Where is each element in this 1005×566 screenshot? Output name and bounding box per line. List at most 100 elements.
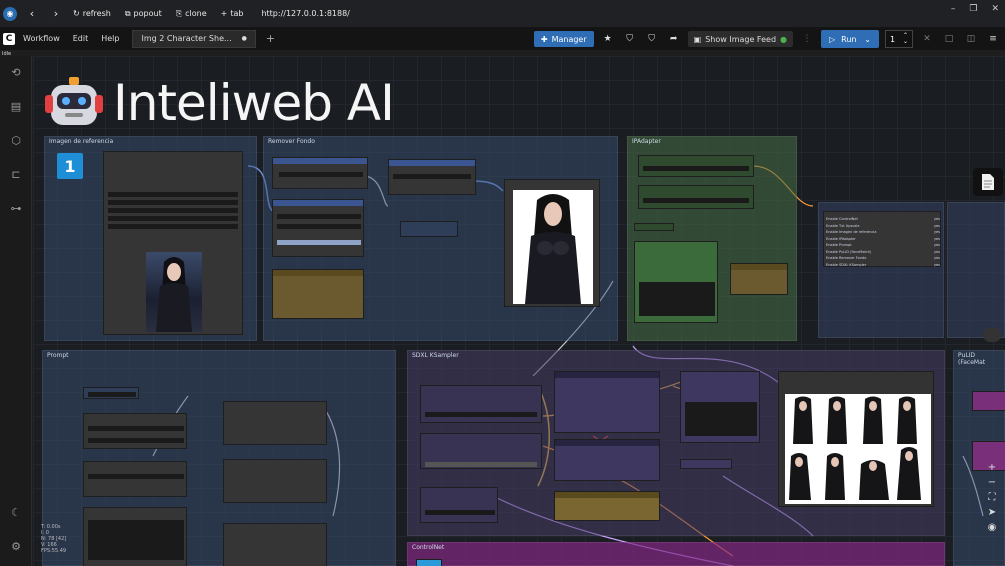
node-field [88, 426, 184, 431]
run-button[interactable]: ▷ Run ⌄ [821, 30, 879, 48]
prompt-node-4[interactable] [83, 507, 187, 566]
ipadapter-node-3[interactable] [634, 223, 674, 231]
models-cube-icon[interactable]: ⬡ [9, 134, 23, 148]
menu-edit[interactable]: Edit [73, 34, 89, 43]
load-image-node[interactable] [103, 151, 243, 335]
ksampler-latent-node[interactable] [420, 433, 542, 469]
layout-icon[interactable]: ◫ [963, 31, 979, 47]
vae-decode-node[interactable] [680, 371, 760, 443]
clip-encode-negative[interactable] [223, 459, 327, 503]
rmbg-node-4[interactable] [388, 159, 476, 195]
settings-gear-icon[interactable]: ⚙ [9, 540, 23, 554]
pulid-node-1[interactable] [972, 391, 1005, 411]
plus-icon: + [220, 9, 228, 18]
clip-encode-extra[interactable] [223, 523, 327, 566]
eye-icon[interactable]: ◉ [988, 522, 997, 533]
queue-list-icon[interactable]: ▤ [9, 100, 23, 114]
ipadapter-node-2[interactable] [638, 185, 754, 209]
menu-workflow[interactable]: Workflow [23, 34, 60, 43]
popout-button[interactable]: ⧉ popout [125, 9, 162, 19]
character-sheet-preview-node[interactable] [778, 371, 934, 507]
clone-button[interactable]: ⎘ clone [176, 9, 207, 19]
node-field [108, 216, 238, 221]
rmbg-node-2[interactable] [272, 199, 364, 257]
node-field [279, 172, 363, 177]
group-remove-background[interactable]: Remover Fondo [263, 136, 618, 341]
group-prompt[interactable]: Prompt [42, 350, 396, 566]
toggle-pill-icon[interactable] [983, 328, 1001, 342]
comfy-logo-icon[interactable]: C [3, 32, 15, 45]
url-display[interactable]: http://127.0.0.1:8188/ [261, 9, 349, 18]
ipadapter-apply-node[interactable] [634, 241, 718, 323]
controlnet-node[interactable] [416, 559, 442, 566]
image-icon: ▣ [693, 34, 702, 44]
drag-handle-icon[interactable]: ⋮ [799, 31, 815, 47]
prompt-node-2[interactable] [83, 413, 187, 449]
toggles-panel[interactable]: Enable ControlNet yes Enable Txt Upscale y… [818, 202, 944, 338]
step-badge: 1 [57, 153, 83, 179]
ipadapter-node-1[interactable] [638, 155, 754, 177]
fit-view-icon[interactable]: ⛶ [989, 492, 996, 503]
ksampler-note-node[interactable] [554, 491, 660, 521]
folder-icon[interactable]: ⊏ [9, 168, 23, 182]
clip-encode-positive[interactable] [223, 401, 327, 445]
group-pulid[interactable]: PuLID (FaceMat [953, 350, 1005, 566]
menu-help[interactable]: Help [101, 34, 119, 43]
pointer-icon[interactable]: ➤ [988, 507, 996, 518]
clone-icon: ⎘ [175, 8, 183, 18]
manager-button[interactable]: ✚ Manager [533, 31, 594, 47]
rmbg-node-1[interactable] [272, 157, 368, 189]
ksampler-loader-node[interactable] [420, 385, 542, 423]
graph-canvas[interactable]: Inteliweb AI Imagen de referencia 1 Remo… [33, 56, 1005, 566]
background-removed-preview [513, 190, 593, 304]
minimize-button[interactable]: – [951, 4, 956, 14]
play-icon: ▷ [829, 34, 836, 44]
restore-button[interactable]: ❐ [969, 4, 977, 14]
share-icon[interactable]: ⛉ [644, 31, 660, 47]
workflow-tab[interactable]: Img 2 Character She... ● [132, 29, 256, 48]
show-image-feed-button[interactable]: ▣ Show Image Feed ● [687, 31, 793, 47]
node-field [88, 520, 184, 560]
forward-button[interactable]: › [49, 7, 63, 20]
group-partial-right[interactable] [947, 202, 1005, 338]
pin-icon[interactable]: ⛉ [622, 31, 638, 47]
rmbg-node-3[interactable] [272, 269, 364, 319]
zoom-out-icon[interactable]: − [988, 477, 996, 488]
hamburger-menu-icon[interactable]: ≡ [985, 31, 1001, 47]
forward-arrow-icon[interactable]: ➦ [666, 31, 682, 47]
close-window-button[interactable]: ✕ [991, 4, 999, 14]
panel-icon[interactable]: □ [941, 31, 957, 47]
back-button[interactable]: ‹ [25, 7, 39, 20]
node-field [277, 224, 361, 229]
moon-theme-icon[interactable]: ☾ [9, 506, 23, 520]
refresh-button[interactable]: ↻ refresh [73, 9, 111, 18]
upscale-node[interactable] [680, 459, 732, 469]
zoom-in-icon[interactable]: + [988, 462, 996, 473]
node-field [88, 392, 136, 397]
preview-image-node[interactable] [504, 179, 600, 307]
group-controlnet[interactable]: ControlNet [407, 542, 945, 566]
document-icon[interactable] [973, 168, 1003, 196]
batch-count-stepper[interactable]: 1 ⌃ ⌄ [885, 30, 913, 48]
ksampler-lora-node[interactable] [420, 487, 498, 523]
prompt-node-3[interactable] [83, 461, 187, 497]
node-tree-icon[interactable]: ⊶ [9, 202, 23, 216]
node-field [108, 224, 238, 229]
fast-groups-bypasser-node[interactable]: Enable ControlNet yes Enable Txt Upscale y… [823, 211, 941, 267]
rmbg-node-5[interactable] [400, 221, 458, 237]
star-icon[interactable]: ★ [600, 31, 616, 47]
new-tab-button[interactable]: + tab [221, 9, 244, 18]
brand-header: Inteliweb AI [45, 74, 395, 132]
add-tab-button[interactable]: + [266, 32, 275, 45]
right-toolbar: ✚ Manager ★ ⛉ ⛉ ➦ ▣ Show Image Feed ● ⋮ ▷ Ru… [533, 30, 1001, 48]
group-reference-image[interactable]: Imagen de referencia 1 [44, 136, 257, 341]
group-ipadapter[interactable]: IPAdapter [627, 136, 797, 341]
ksampler-node-1[interactable] [554, 371, 660, 433]
group-sdxl-ksampler[interactable]: SDXL KSampler [407, 350, 945, 536]
ksampler-node-2[interactable] [554, 439, 660, 481]
prompt-node-1[interactable] [83, 387, 139, 399]
toggle-row[interactable]: Enable SDXL KSampler yes [826, 262, 940, 269]
ipadapter-note-node[interactable] [730, 263, 788, 295]
cancel-icon[interactable]: ✕ [919, 31, 935, 47]
history-icon[interactable]: ⟲ [9, 66, 23, 80]
